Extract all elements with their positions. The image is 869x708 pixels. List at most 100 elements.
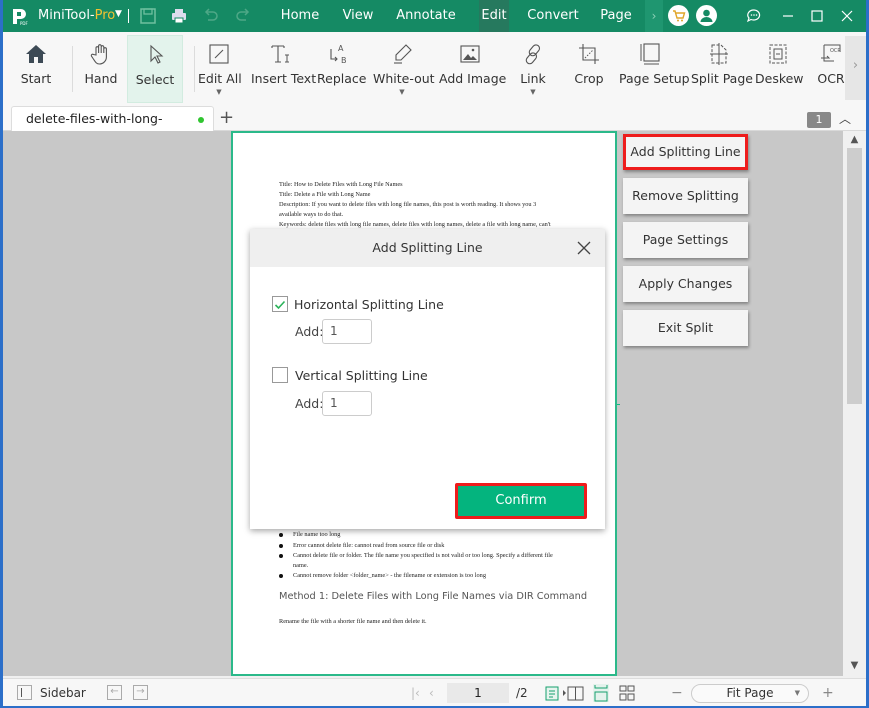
tool-start[interactable]: Start	[11, 35, 61, 103]
dropdown-caret-icon[interactable]: ▼	[513, 88, 553, 96]
vertical-line-checkbox[interactable]	[272, 367, 288, 383]
more-menus-chevron-icon[interactable]: ›	[645, 0, 663, 32]
tool-label: Select	[135, 72, 175, 87]
feedback-icon[interactable]	[737, 0, 771, 32]
app-window: PDF MiniTool-Pro ▼ Home View Annotate Ed…	[3, 0, 866, 706]
scrollbar-thumb[interactable]	[847, 148, 862, 404]
close-icon[interactable]	[576, 240, 592, 256]
cursor-icon	[150, 44, 164, 64]
thumbnail-view-icon[interactable]	[619, 685, 635, 701]
exit-split-button[interactable]: Exit Split	[623, 310, 748, 346]
sidebar-toggle-icon[interactable]	[17, 685, 32, 700]
ribbon-toolbar: Start Hand Select Edit All ▼ Insert Text…	[3, 32, 866, 104]
cart-icon[interactable]	[668, 5, 689, 26]
app-name: MiniTool-Pro	[38, 8, 116, 23]
page-bullet: Cannot delete file or folder. The file n…	[279, 552, 553, 559]
continuous-scroll-icon[interactable]	[593, 684, 609, 702]
chevron-down-icon: ▼	[794, 689, 800, 697]
confirm-button[interactable]: Confirm	[455, 483, 587, 519]
tool-edit-all[interactable]: Edit All ▼	[198, 35, 242, 103]
menu-edit[interactable]: Edit	[479, 0, 509, 32]
redo-icon[interactable]	[234, 7, 252, 25]
single-page-view-icon[interactable]	[545, 686, 559, 701]
back-icon[interactable]: ←	[107, 685, 122, 700]
add-tab-icon[interactable]: +	[219, 107, 234, 129]
divider	[194, 46, 195, 92]
account-icon[interactable]	[696, 5, 717, 26]
add-splitting-line-button[interactable]: Add Splitting Line	[623, 134, 748, 170]
save-icon[interactable]	[139, 7, 157, 25]
menu-home[interactable]: Home	[276, 0, 324, 32]
maximize-icon[interactable]	[800, 0, 834, 32]
edit-all-icon	[209, 44, 229, 64]
app-menu-dropdown[interactable]: ▼	[115, 9, 122, 19]
two-page-view-icon[interactable]	[562, 686, 584, 701]
zoom-in-icon[interactable]: +	[822, 679, 834, 706]
page-bullet: Cannot remove folder <folder_name> - the…	[279, 572, 486, 579]
page-setup-icon	[640, 43, 660, 65]
apply-changes-button[interactable]: Apply Changes	[623, 266, 748, 302]
hand-icon	[90, 44, 107, 65]
zoom-select[interactable]: Fit Page ▼	[691, 684, 809, 703]
horizontal-line-checkbox[interactable]	[272, 296, 288, 312]
page-number-input[interactable]: 1	[447, 683, 509, 703]
dropdown-caret-icon[interactable]: ▼	[373, 88, 431, 96]
tool-label: Link	[520, 71, 546, 86]
tool-page-setup[interactable]: Page Setup	[619, 35, 690, 103]
add-splitting-line-dialog: Add Splitting Line Horizontal Splitting …	[250, 229, 605, 529]
menu-convert[interactable]: Convert	[523, 0, 583, 32]
tool-label: Edit All	[198, 71, 242, 86]
app-logo-icon: PDF	[13, 9, 28, 26]
tool-insert-text[interactable]: Insert Text	[251, 35, 316, 103]
vertical-add-input[interactable]: 1	[322, 391, 372, 416]
tool-link[interactable]: Link ▼	[513, 35, 553, 103]
insert-text-icon	[271, 45, 289, 63]
page-settings-button[interactable]: Page Settings	[623, 222, 748, 258]
horizontal-line-label: Horizontal Splitting Line	[294, 297, 444, 312]
menu-view[interactable]: View	[336, 0, 380, 32]
forward-icon[interactable]: →	[133, 685, 148, 700]
tool-deskew[interactable]: Deskew	[755, 35, 804, 103]
tool-label: Hand	[84, 71, 118, 86]
image-icon	[460, 45, 480, 63]
tool-label: Deskew	[755, 71, 804, 86]
tool-white-out[interactable]: White-out ▼	[373, 35, 435, 103]
dropdown-caret-icon[interactable]: ▼	[198, 88, 240, 96]
first-page-icon[interactable]: |‹	[411, 679, 420, 706]
vertical-scrollbar[interactable]: ▲ ▼	[846, 131, 863, 678]
tool-split-page[interactable]: Split Page	[691, 35, 753, 103]
tool-crop[interactable]: Crop	[569, 35, 609, 103]
previous-page-icon[interactable]: ‹	[429, 679, 434, 706]
tool-select[interactable]: Select	[127, 35, 183, 103]
collapse-ribbon-chevron-icon[interactable]: ︿	[839, 110, 851, 127]
status-bar: Sidebar ← → |‹ ‹ 1 /2 − Fit Page ▼ +	[3, 678, 866, 706]
menu-page[interactable]: Page	[596, 0, 636, 32]
tool-label: Crop	[574, 71, 604, 86]
tool-replace[interactable]: AB Replace	[317, 35, 367, 103]
tool-add-image[interactable]: Add Image	[439, 35, 507, 103]
print-icon[interactable]	[170, 7, 188, 25]
tool-label: Replace	[317, 71, 367, 86]
svg-text:PDF: PDF	[20, 21, 28, 26]
scroll-up-icon[interactable]: ▲	[846, 131, 863, 147]
horizontal-add-input[interactable]: 1	[322, 319, 372, 344]
zoom-out-icon[interactable]: −	[671, 679, 683, 706]
close-window-icon[interactable]	[830, 0, 864, 32]
scroll-down-icon[interactable]: ▼	[846, 660, 863, 676]
undo-icon[interactable]	[202, 7, 220, 25]
page-text-line: Description: If you want to delete files…	[279, 201, 537, 208]
sidebar-label[interactable]: Sidebar	[40, 679, 86, 706]
divider	[128, 9, 129, 23]
divider	[72, 46, 73, 92]
tool-hand[interactable]: Hand	[76, 35, 126, 103]
svg-text:A: A	[338, 44, 344, 53]
ribbon-scroll-right-icon[interactable]: ›	[845, 36, 866, 100]
split-page-icon	[710, 43, 728, 65]
deskew-icon	[769, 44, 787, 64]
replace-icon: AB	[330, 44, 347, 65]
menu-annotate[interactable]: Annotate	[393, 0, 459, 32]
document-tab[interactable]: delete-files-with-long-file...pdf	[11, 106, 214, 150]
remove-splitting-line-button[interactable]: Remove Splitting Line	[623, 178, 748, 239]
page-heading: Method 1: Delete Files with Long File Na…	[279, 591, 588, 602]
tool-label: Add Image	[439, 71, 507, 86]
